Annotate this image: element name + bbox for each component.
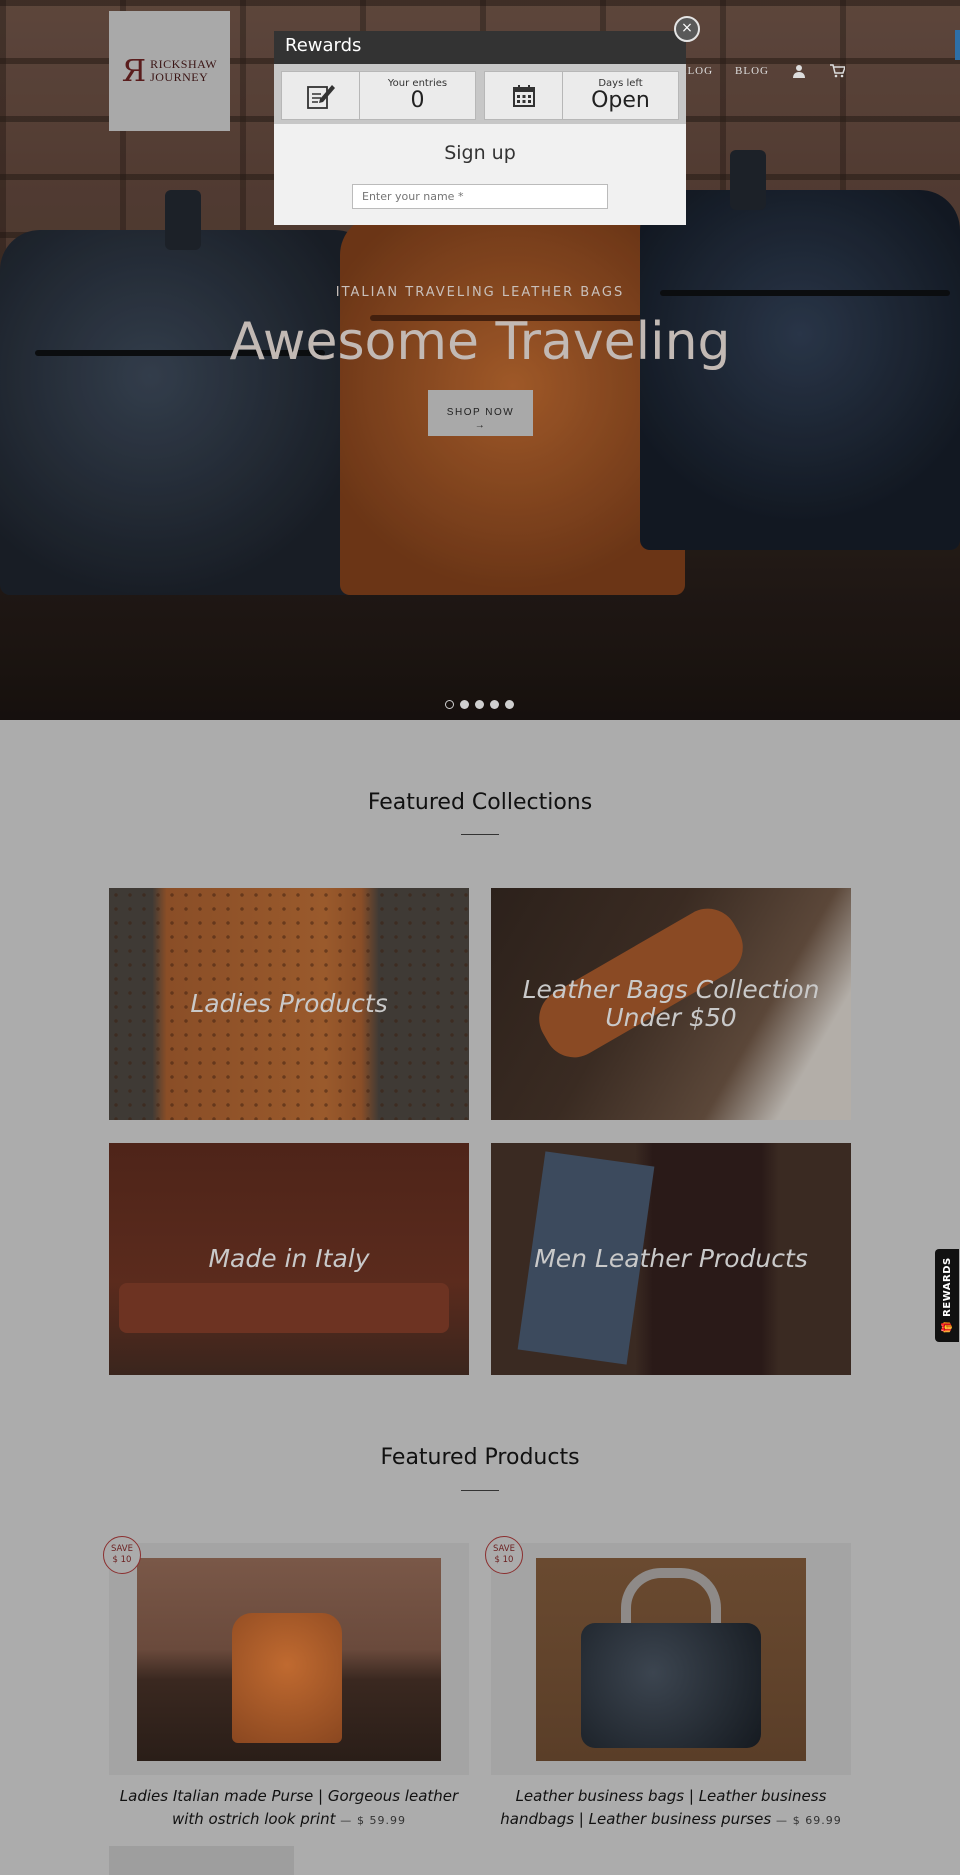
collection-label: Men Leather Products: [534, 1244, 808, 1273]
user-icon[interactable]: [791, 63, 807, 79]
collection-card-under-50[interactable]: Leather Bags Collection Under $50: [491, 888, 851, 1120]
price-separator: —: [775, 1814, 788, 1827]
slide-dot-1[interactable]: [445, 700, 454, 709]
name-input[interactable]: [352, 184, 608, 209]
entries-value: 0: [410, 88, 425, 113]
featured-products-title: Featured Products: [380, 1445, 580, 1470]
shop-now-button[interactable]: SHOP NOW →: [428, 390, 533, 436]
slider-dots: [445, 700, 514, 709]
edge-accent: [955, 30, 960, 60]
section-divider: [461, 834, 499, 835]
hero-subtitle: ITALIAN TRAVELING LEATHER BAGS: [335, 285, 625, 300]
cart-icon[interactable]: [829, 63, 845, 79]
price-separator: —: [340, 1814, 353, 1827]
save-badge-line1: SAVE: [492, 1544, 515, 1554]
popup-title: Rewards: [274, 31, 686, 64]
save-badge-line2: $ 10: [494, 1555, 514, 1565]
collection-label: Ladies Products: [190, 989, 388, 1018]
logo-text-line2: JOURNEY: [150, 70, 209, 84]
featured-collections-title: Featured Collections: [367, 790, 593, 815]
gift-icon: 🎁: [941, 1320, 953, 1334]
slide-dot-2[interactable]: [460, 700, 469, 709]
signup-title: Sign up: [444, 142, 516, 164]
slide-dot-3[interactable]: [475, 700, 484, 709]
product-image[interactable]: [536, 1558, 806, 1761]
collection-card-men[interactable]: Men Leather Products: [491, 1143, 851, 1375]
days-left-stat: Days left Open: [484, 71, 679, 120]
arrow-right-icon: →: [474, 420, 487, 431]
collection-label: Made in Italy: [208, 1244, 370, 1273]
product-card[interactable]: [109, 1543, 469, 1775]
logo-monogram-icon: Я: [121, 53, 147, 89]
save-badge: SAVE $ 10: [485, 1536, 523, 1574]
product-title[interactable]: Leather business bags | Leather business…: [491, 1785, 851, 1832]
entries-stat: Your entries 0: [281, 71, 476, 120]
nav-item-blog[interactable]: BLOG: [735, 65, 769, 77]
site-logo[interactable]: Я RICKSHAW JOURNEY: [109, 11, 230, 131]
product-card-partial[interactable]: [109, 1846, 294, 1875]
collection-card-italy[interactable]: Made in Italy: [109, 1143, 469, 1375]
product-name: Ladies Italian made Purse | Gorgeous lea…: [119, 1787, 459, 1828]
section-divider: [461, 1490, 499, 1491]
product-card[interactable]: [491, 1543, 851, 1775]
rewards-popup: Rewards Your entries 0 Days left Open Si…: [274, 31, 686, 225]
product-price: $ 69.99: [792, 1814, 842, 1827]
product-price: $ 59.99: [357, 1814, 407, 1827]
calendar-icon: [485, 72, 563, 119]
shop-now-label: SHOP NOW: [446, 407, 515, 418]
rewards-tab-label: REWARDS: [941, 1257, 953, 1317]
save-badge-line1: SAVE: [110, 1544, 133, 1554]
popup-stats: Your entries 0 Days left Open: [274, 64, 686, 124]
collection-card-ladies[interactable]: Ladies Products: [109, 888, 469, 1120]
slide-dot-4[interactable]: [490, 700, 499, 709]
main-nav: TALOG BLOG: [672, 63, 845, 79]
save-badge-line2: $ 10: [112, 1555, 132, 1565]
hero-title: Awesome Traveling: [229, 312, 731, 372]
collection-label: Leather Bags Collection Under $50: [522, 975, 820, 1032]
edit-document-icon: [282, 72, 360, 119]
days-left-value: Open: [591, 88, 650, 113]
slide-dot-5[interactable]: [505, 700, 514, 709]
product-title[interactable]: Ladies Italian made Purse | Gorgeous lea…: [109, 1785, 469, 1832]
rewards-tab[interactable]: 🎁 REWARDS: [935, 1249, 959, 1342]
close-icon[interactable]: ×: [674, 16, 700, 42]
save-badge: SAVE $ 10: [103, 1536, 141, 1574]
product-image[interactable]: [137, 1558, 441, 1761]
